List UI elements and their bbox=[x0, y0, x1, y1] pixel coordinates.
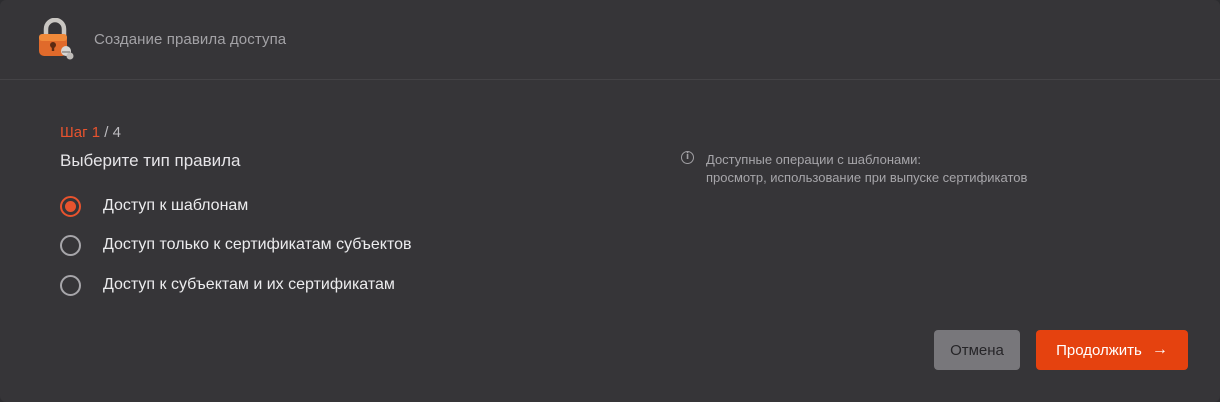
option-template-access[interactable]: Доступ к шаблонам bbox=[60, 194, 248, 218]
cancel-button[interactable]: Отмена bbox=[934, 330, 1020, 370]
dialog-header: Создание правила доступа bbox=[0, 0, 1220, 80]
option-label: Доступ только к сертификатам субъектов bbox=[103, 236, 412, 253]
radio-unchecked-icon[interactable] bbox=[60, 234, 81, 256]
continue-button-label: Продолжить bbox=[1056, 341, 1142, 359]
info-line-2: просмотр, использование при выпуске серт… bbox=[706, 170, 1028, 185]
radio-unchecked-icon[interactable] bbox=[60, 274, 81, 296]
info-text: Доступные операции с шаблонами: просмотр… bbox=[706, 151, 1126, 187]
access-rule-dialog: Создание правила доступа Шаг 1 / 4 Выбер… bbox=[0, 0, 1220, 402]
option-subjects-and-certificates-access[interactable]: Доступ к субъектам и их сертификатам bbox=[60, 273, 395, 297]
step-total: / 4 bbox=[100, 124, 121, 141]
option-label: Доступ к шаблонам bbox=[103, 197, 249, 214]
step-current: Шаг 1 bbox=[60, 124, 101, 141]
step-indicator: Шаг 1 / 4 bbox=[60, 124, 121, 141]
dialog-title: Создание правила доступа bbox=[94, 31, 287, 48]
info-icon: i bbox=[681, 151, 694, 164]
continue-button[interactable]: Продолжить → bbox=[1036, 330, 1188, 370]
info-line-1: Доступные операции с шаблонами: bbox=[706, 152, 922, 167]
cancel-button-label: Отмена bbox=[950, 341, 1004, 359]
option-subject-certificates-access[interactable]: Доступ только к сертификатам субъектов bbox=[60, 233, 412, 257]
radio-checked-icon[interactable] bbox=[60, 195, 81, 217]
arrow-right-icon: → bbox=[1151, 341, 1168, 358]
step-heading: Выберите тип правила bbox=[60, 151, 241, 170]
padlock-logo-icon bbox=[39, 18, 74, 60]
option-label: Доступ к субъектам и их сертификатам bbox=[103, 276, 395, 293]
